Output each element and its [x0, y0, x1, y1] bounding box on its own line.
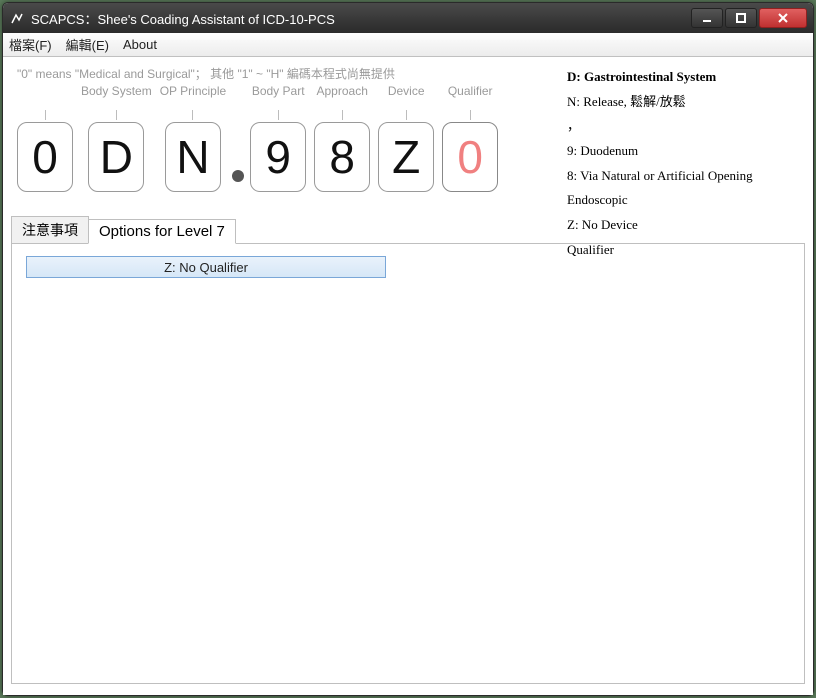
- code-cell-6[interactable]: Z: [378, 122, 434, 192]
- menu-about[interactable]: About: [123, 37, 157, 52]
- col-label-7: Qualifier: [448, 84, 493, 100]
- tab-panel-options: Z: No Qualifier: [11, 244, 805, 684]
- window-buttons: [689, 8, 807, 28]
- code-cell-4[interactable]: 9: [250, 122, 306, 192]
- decode-line-3: ，: [567, 114, 813, 139]
- decode-line-6: Z: No Device: [567, 213, 813, 238]
- code-cell-7[interactable]: 0: [442, 122, 498, 192]
- decode-line-7: Qualifier: [567, 238, 813, 263]
- menubar: 檔案(F) 編輯(E) About: [3, 33, 813, 57]
- decode-panel: D: Gastrointestinal System N: Release, 鬆…: [567, 65, 813, 263]
- app-window: SCAPCS：Shee's Coading Assistant of ICD-1…: [2, 2, 814, 696]
- minimize-button[interactable]: [691, 8, 723, 28]
- tab-options[interactable]: Options for Level 7: [88, 219, 236, 244]
- decode-line-1: D: Gastrointestinal System: [567, 65, 813, 90]
- decode-line-5: 8: Via Natural or Artificial Opening End…: [567, 164, 813, 213]
- titlebar[interactable]: SCAPCS：Shee's Coading Assistant of ICD-1…: [3, 3, 813, 33]
- app-icon: [9, 10, 25, 26]
- col-label-4: Body Part: [252, 84, 305, 100]
- menu-file[interactable]: 檔案(F): [9, 35, 52, 54]
- maximize-button[interactable]: [725, 8, 757, 28]
- col-label-2: Body System: [81, 84, 152, 100]
- separator-dot-icon: [232, 170, 244, 182]
- code-cells: 0 Body System D OP Principle N Body Part…: [11, 84, 498, 192]
- option-item-z[interactable]: Z: No Qualifier: [26, 256, 386, 278]
- code-cell-5[interactable]: 8: [314, 122, 370, 192]
- code-cell-2[interactable]: D: [88, 122, 144, 192]
- col-label-3: OP Principle: [160, 84, 226, 100]
- col-label-6: Device: [388, 84, 425, 100]
- decode-line-4: 9: Duodenum: [567, 139, 813, 164]
- code-cell-3[interactable]: N: [165, 122, 221, 192]
- client-area: "0" means "Medical and Surgical"； 其他 "1"…: [3, 57, 813, 695]
- col-label-5: Approach: [317, 84, 368, 100]
- window-title: SCAPCS：Shee's Coading Assistant of ICD-1…: [31, 9, 689, 28]
- decode-line-2: N: Release, 鬆解/放鬆: [567, 90, 813, 115]
- tab-notes[interactable]: 注意事項: [11, 216, 89, 244]
- tabs: 注意事項 Options for Level 7 Z: No Qualifier: [11, 218, 805, 684]
- code-cell-1[interactable]: 0: [17, 122, 73, 192]
- close-button[interactable]: [759, 8, 807, 28]
- menu-edit[interactable]: 編輯(E): [66, 35, 109, 54]
